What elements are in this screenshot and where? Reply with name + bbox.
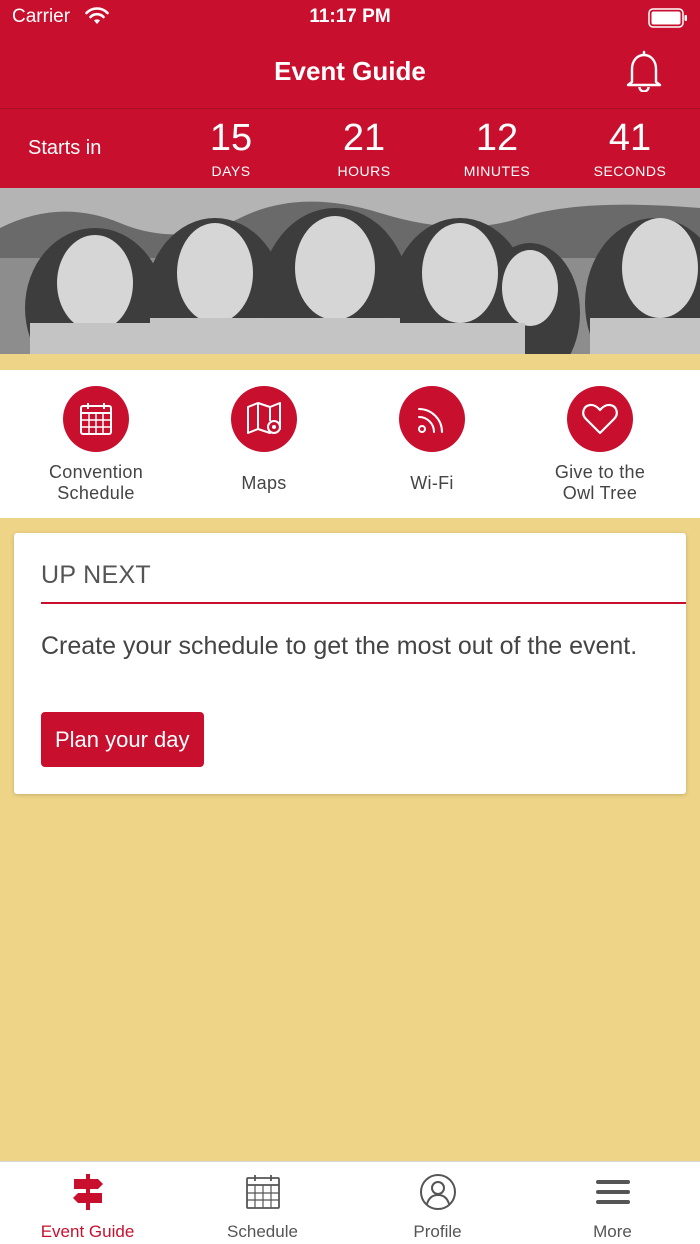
quick-link-maps[interactable]: Maps bbox=[180, 386, 348, 516]
divider bbox=[41, 602, 686, 604]
countdown-minutes-label: MINUTES bbox=[463, 163, 531, 179]
countdown-seconds-label: SECONDS bbox=[593, 163, 667, 179]
clock: 11:17 PM bbox=[309, 6, 391, 27]
quick-link-wifi[interactable]: Wi-Fi bbox=[348, 386, 516, 516]
calendar-icon bbox=[245, 1175, 280, 1209]
quick-link-label: Maps bbox=[241, 472, 287, 493]
plan-your-day-button[interactable]: Plan your day bbox=[41, 712, 204, 767]
quick-link-convention-schedule[interactable]: Convention Schedule bbox=[12, 386, 180, 516]
up-next-message: Create your schedule to get the most out… bbox=[41, 632, 638, 660]
tab-profile[interactable]: Profile bbox=[350, 1172, 525, 1242]
quick-link-label: Give to the Owl Tree bbox=[554, 462, 646, 503]
countdown-hours-value: 21 bbox=[342, 117, 386, 159]
heart-icon bbox=[567, 386, 633, 452]
battery-icon bbox=[648, 8, 687, 28]
tab-label: Event Guide bbox=[40, 1222, 135, 1241]
tab-event-guide[interactable]: Event Guide bbox=[0, 1172, 175, 1242]
tab-label: Schedule bbox=[227, 1222, 298, 1241]
countdown-days-label: DAYS bbox=[211, 163, 251, 179]
countdown-minutes: 12 MINUTES bbox=[437, 115, 557, 179]
user-icon bbox=[419, 1174, 456, 1210]
countdown-minutes-value: 12 bbox=[475, 117, 519, 159]
status-bar: Carrier 11:17 PM bbox=[0, 0, 700, 36]
quick-link-label: Convention Schedule bbox=[48, 462, 144, 503]
countdown-hours-label: HOURS bbox=[337, 163, 391, 179]
countdown-hours: 21 HOURS bbox=[304, 115, 424, 179]
hero-image bbox=[0, 188, 700, 354]
calendar-icon bbox=[63, 386, 129, 452]
wifi-icon bbox=[399, 386, 465, 452]
countdown-label: Starts in bbox=[28, 137, 102, 159]
tab-schedule[interactable]: Schedule bbox=[175, 1172, 350, 1242]
signpost-icon bbox=[72, 1174, 103, 1210]
tab-more[interactable]: More bbox=[525, 1172, 700, 1242]
countdown-seconds: 41 SECONDS bbox=[570, 115, 690, 179]
tab-label: Profile bbox=[413, 1222, 462, 1241]
quick-link-label: Wi-Fi bbox=[410, 472, 454, 493]
up-next-heading: UP NEXT bbox=[41, 561, 151, 589]
tab-label: More bbox=[593, 1222, 632, 1241]
up-next-card: UP NEXT Create your schedule to get the … bbox=[14, 533, 686, 794]
countdown-days: 15 DAYS bbox=[171, 115, 291, 179]
tab-bar: Event Guide Schedule Profile More bbox=[0, 1161, 700, 1244]
countdown-banner: Starts in 15 DAYS 21 HOURS 12 MINUTES 41… bbox=[0, 108, 700, 188]
quick-links: Convention Schedule Maps Wi-Fi Give to t… bbox=[0, 370, 700, 518]
navigation-bar: Event Guide bbox=[0, 36, 700, 108]
countdown-days-value: 15 bbox=[209, 117, 253, 159]
quick-link-give[interactable]: Give to the Owl Tree bbox=[516, 386, 684, 516]
countdown-seconds-value: 41 bbox=[608, 117, 652, 159]
map-icon bbox=[231, 386, 297, 452]
menu-icon bbox=[595, 1180, 630, 1204]
page-title: Event Guide bbox=[274, 56, 426, 86]
notifications-bell-icon[interactable] bbox=[624, 50, 664, 92]
